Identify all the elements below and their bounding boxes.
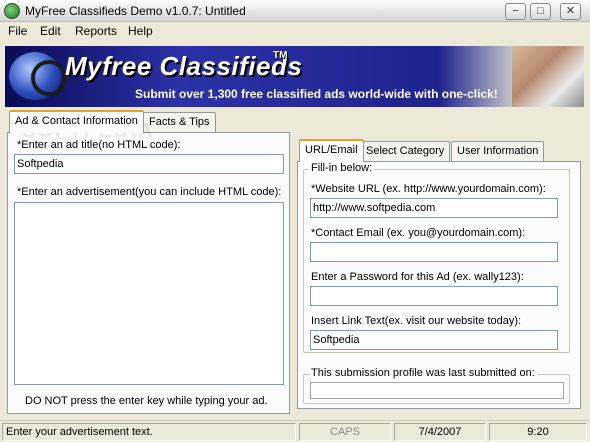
last-submitted-field <box>310 382 564 399</box>
submission-title: This submission profile was last submitt… <box>309 367 537 379</box>
maximize-button[interactable]: □ <box>530 3 551 20</box>
advertisement-textarea[interactable] <box>14 202 284 385</box>
status-bar: Enter your advertisement text. CAPS 7/4/… <box>0 420 590 442</box>
app-icon <box>4 3 20 19</box>
title-bar: MyFree Classifieds Demo v1.0.7: Untitled… <box>0 0 590 22</box>
enter-key-hint: DO NOT press the enter key while typing … <box>25 395 268 407</box>
menu-file[interactable]: File <box>8 24 27 38</box>
banner: Myfree Classifieds TM Submit over 1,300 … <box>5 46 584 107</box>
ad-title-input[interactable]: Softpedia <box>14 154 284 174</box>
fill-in-title: Fill-in below: <box>309 162 375 174</box>
menu-bar: File Edit Reports Help <box>0 22 590 41</box>
status-time: 9:20 <box>489 423 587 441</box>
keyboard-hand-image <box>512 46 584 107</box>
banner-title: Myfree Classifieds <box>65 51 303 81</box>
website-url-label: *Website URL (ex. http://www.yourdomain.… <box>311 183 546 195</box>
password-input[interactable] <box>310 286 558 306</box>
menu-help[interactable]: Help <box>128 24 153 38</box>
status-message: Enter your advertisement text. <box>2 423 296 441</box>
logo-ring-icon <box>31 60 67 96</box>
banner-trademark: TM <box>273 50 288 61</box>
window-title: MyFree Classifieds Demo v1.0.7: Untitled <box>25 4 246 18</box>
link-text-input[interactable]: Softpedia <box>310 330 558 350</box>
banner-slogan: Submit over 1,300 free classified ads wo… <box>135 87 498 101</box>
caps-indicator: CAPS <box>299 423 391 441</box>
close-button[interactable]: ✕ <box>560 3 581 20</box>
tab-ad-contact-information[interactable]: Ad & Contact Information <box>9 110 144 133</box>
website-url-input[interactable]: http://www.softpedia.com <box>310 198 558 218</box>
ad-title-label: *Enter an ad title(no HTML code): <box>17 139 181 151</box>
status-date: 7/4/2007 <box>394 423 486 441</box>
tab-url-email[interactable]: URL/Email <box>299 139 364 162</box>
tab-select-category[interactable]: Select Category <box>360 141 451 162</box>
contact-email-input[interactable] <box>310 242 558 262</box>
minimize-button[interactable]: − <box>505 3 526 20</box>
link-text-label: Insert Link Text(ex. visit our website t… <box>311 315 522 327</box>
contact-email-label: *Contact Email (ex. you@yourdomain.com): <box>311 227 526 239</box>
menu-edit[interactable]: Edit <box>40 24 61 38</box>
password-label: Enter a Password for this Ad (ex. wally1… <box>311 271 524 283</box>
tab-user-information[interactable]: User Information <box>451 141 545 162</box>
menu-reports[interactable]: Reports <box>75 24 117 38</box>
advertisement-label: *Enter an advertisement(you can include … <box>17 186 282 198</box>
